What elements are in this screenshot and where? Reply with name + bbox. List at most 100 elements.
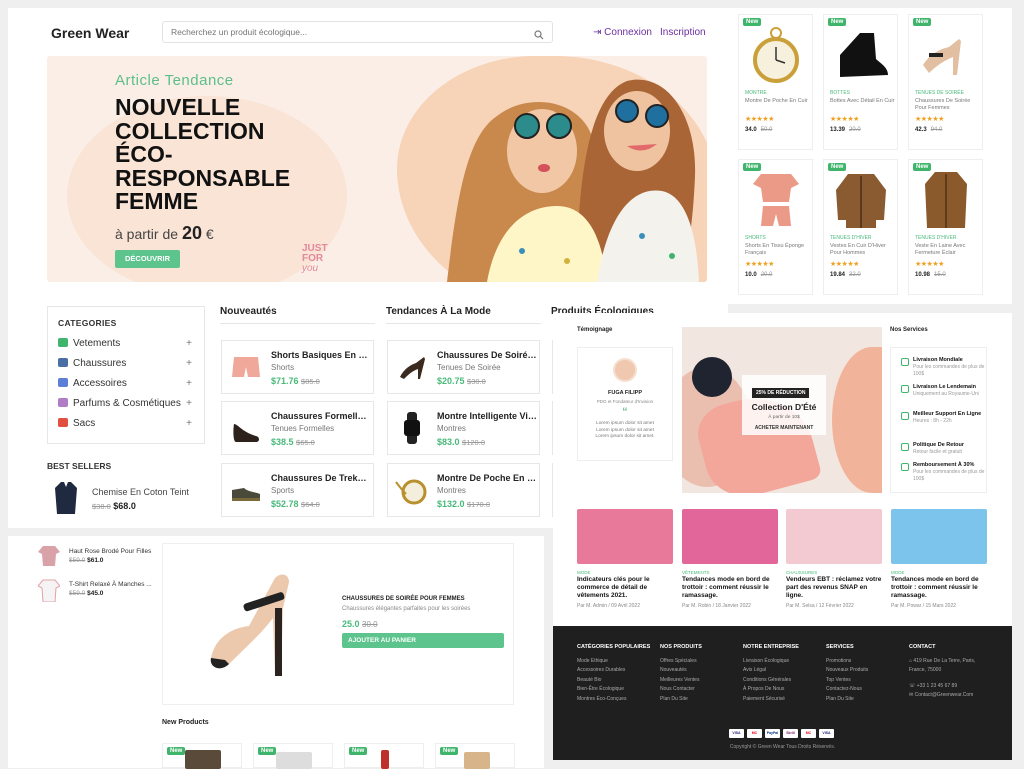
category-sacs[interactable]: Sacs + (58, 418, 198, 434)
best-seller-price: $38.0 $68.0 (92, 501, 136, 511)
product-card[interactable]: New TENUES DE SOIRÉE Chaussures De Soirée… (908, 14, 983, 150)
expand-icon[interactable]: + (186, 378, 192, 389)
category-chaussures[interactable]: Chaussures + (58, 358, 198, 374)
mini-product-name[interactable]: Haut Rose Brodé Pour Filles (69, 548, 151, 555)
search-input[interactable] (163, 22, 513, 42)
summer-banner[interactable]: 25% DE RÉDUCTION Collection D'Été À part… (682, 327, 882, 493)
product-card[interactable]: New SHORTS Shorts En Tissu Éponge Françai… (738, 159, 813, 295)
featured-product-name[interactable]: CHAUSSURES DE SOIRÉE POUR FEMMES (342, 596, 465, 602)
expand-icon[interactable]: + (186, 338, 192, 349)
truck-icon (901, 385, 909, 393)
product-card[interactable]: New BOTTES Bottes Avec Détail En Cuir ★★★… (823, 14, 898, 150)
formal-shoe-icon (233, 424, 259, 442)
discount-badge: 25% DE RÉDUCTION (752, 388, 810, 398)
product-list-item[interactable]: Montre Intelligente Vit... Montres $83.0 … (387, 401, 540, 455)
footer-links[interactable]: Promotions Nouveaux Produits Top Ventes Con… (826, 657, 868, 704)
login-icon: ⇥ (593, 27, 602, 38)
product-card[interactable]: New TENUES D'HIVER Vestes En Cuir D'Hiver… (823, 159, 898, 295)
search-bar[interactable] (162, 21, 553, 43)
copyright: Copyright © Green Wear Tous Droits Réser… (729, 744, 836, 750)
search-icon[interactable] (534, 27, 544, 45)
footer-links[interactable]: Livraison Écologique Avis Légal Conditions… (743, 657, 791, 704)
shop-now-link[interactable]: ACHETER MAINTENANT (742, 425, 826, 431)
category-accessoires[interactable]: Accessoires + (58, 378, 198, 394)
best-sellers-title: BEST SELLERS (47, 461, 112, 471)
hero-models-image (447, 79, 699, 282)
hero-price: à partir de 20 € (115, 223, 214, 243)
product-card[interactable]: New TENUES D'HIVER Veste En Laine Avec Fe… (908, 159, 983, 295)
product-list-item[interactable]: Chaussures De Soirée ... Tenues De Soirée… (387, 340, 540, 394)
shirt-thumbnail[interactable] (55, 482, 77, 514)
pocket-watch-icon (395, 479, 427, 505)
testimonial-name: FUGA FILIPP (607, 390, 643, 396)
pink-top-thumbnail[interactable] (38, 544, 60, 566)
blog-post[interactable]: CHAUSSURES Vendeurs EBT : réclamez votre … (786, 509, 882, 609)
skrill-icon: Skrill (783, 729, 798, 738)
hero-discover-button[interactable]: DÉCOUVRIR (115, 250, 180, 268)
categories-title: CATEGORIES (58, 318, 117, 328)
new-products-title: New Products (162, 719, 209, 726)
site-logo[interactable]: Green Wear (51, 25, 129, 41)
product-card[interactable]: New MONTRE Montre De Poche En Cuir ★★★★★ … (738, 14, 813, 150)
evening-shoe-image[interactable] (205, 568, 300, 678)
tshirt-shorts-icon (753, 174, 799, 226)
add-to-cart-button[interactable]: AJOUTER AU PANIER (342, 633, 504, 648)
mini-product-price: $59.0 $45.0 (69, 590, 104, 597)
white-shirt-thumbnail[interactable] (38, 578, 60, 602)
testimonial-avatar (613, 358, 637, 382)
new-product-card[interactable]: New (344, 743, 424, 769)
new-badge: New (167, 747, 186, 755)
rating-stars: ★★★★★ (830, 116, 859, 123)
footer-col-title: SERVICES (826, 644, 854, 650)
expand-icon[interactable]: + (186, 358, 192, 369)
mini-product-name[interactable]: T-Shirt Relaxé À Manches ... (69, 581, 152, 588)
blog-post[interactable]: MODE Indicateurs clés pour le commerce de… (577, 509, 673, 609)
blog-post[interactable]: MODE Tendances mode en bord de trottoir :… (891, 509, 987, 609)
hero-title: NOUVELLE COLLECTION ÉCO- RESPONSABLE FEM… (115, 94, 291, 214)
trekking-shoe-icon (232, 488, 260, 501)
expand-icon[interactable]: + (186, 398, 192, 409)
rating-stars: ★★★★★ (915, 116, 944, 123)
service-item: Livraison Mondiale Pour les commandes de … (901, 357, 991, 378)
product-thumbnail (464, 752, 490, 769)
wool-coat-icon (925, 172, 967, 228)
return-icon (901, 443, 909, 451)
hero-banner: Article Tendance NOUVELLE COLLECTION ÉCO… (47, 56, 707, 282)
category-parfums[interactable]: Parfums & Cosmétiques + (58, 398, 198, 414)
login-link[interactable]: ⇥ Connexion (593, 27, 652, 38)
evening-shoe-icon (400, 357, 425, 379)
product-list-item[interactable]: Chaussures De Trekki... Sports $52.78 $64… (221, 463, 374, 517)
footer-links[interactable]: Offres Spéciales Nouveautés Meilleures Ven… (660, 657, 699, 704)
bag-icon (58, 418, 68, 427)
footer-links[interactable]: Mode Ethique Accessoires Durables Beauté B… (577, 657, 626, 704)
hero-kicker: Article Tendance (115, 72, 234, 89)
blog-image (891, 509, 987, 564)
mastercard-icon: MC (747, 729, 762, 738)
mini-product-price: $59.0 $61.0 (69, 557, 104, 564)
product-list-item[interactable]: Chaussures Formelles... Tenues Formelles … (221, 401, 374, 455)
glasses-icon (58, 378, 68, 387)
summer-subtitle: À partir de 10$ (768, 415, 800, 420)
new-product-card[interactable]: New (253, 743, 333, 769)
best-seller-name[interactable]: Chemise En Coton Teint (92, 487, 189, 497)
service-item: Remboursement À 30% Pour les commandes de… (901, 462, 991, 483)
quote-icon: “ (622, 404, 628, 420)
product-list-item[interactable]: Montre De Poche En C... Montres $132.0 $1… (387, 463, 540, 517)
product-thumbnail (185, 750, 221, 769)
phone-icon: ☏ (909, 682, 916, 689)
new-product-card[interactable]: New (435, 743, 515, 769)
visa-icon: VISA (819, 729, 834, 738)
service-item: Politique De Retour Retour facile et grat… (901, 442, 991, 456)
blog-post[interactable]: VÊTEMENTS Tendances mode en bord de trott… (682, 509, 778, 609)
section-underline (220, 323, 375, 324)
rating-stars: ★★★★★ (830, 261, 859, 268)
category-vetements[interactable]: Vetements + (58, 338, 198, 354)
product-list-item[interactable]: Shorts Basiques En Tis... Shorts $71.76 $… (221, 340, 374, 394)
pocket-watch-icon (753, 27, 799, 83)
mail-icon: ✉ (909, 692, 914, 699)
rating-stars: ★★★★★ (745, 116, 774, 123)
new-product-card[interactable]: New (162, 743, 242, 769)
signup-link[interactable]: Inscription (660, 27, 706, 38)
paypal-icon: PayPal (765, 729, 780, 738)
expand-icon[interactable]: + (186, 418, 192, 429)
